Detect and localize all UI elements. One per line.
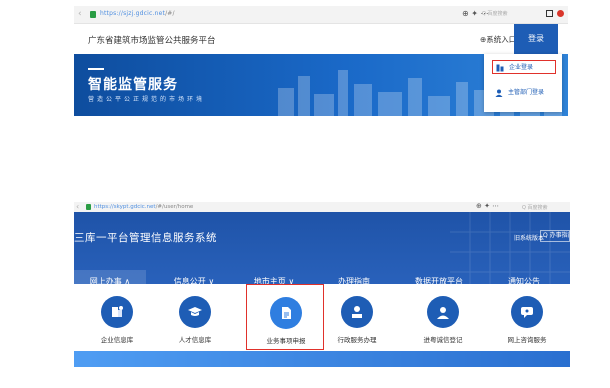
- url-prefix: https://: [94, 204, 114, 210]
- enterprise-login-option[interactable]: 企业登录: [492, 60, 556, 74]
- browser-search[interactable]: Q 百度搜索: [482, 10, 532, 20]
- browser-search[interactable]: Q 百度搜索: [522, 204, 548, 211]
- service-icon-circle: [179, 296, 211, 328]
- system-header: 三库一平台管理信息服务系统 旧系统版本 Q 办事指南 网上办事 ∧ 信息公开 ∨…: [74, 212, 570, 292]
- bottom-banner-strip: [74, 351, 570, 367]
- url-text[interactable]: https://skypt.gdcic.net/#/user/home: [94, 204, 193, 210]
- services-row: 企业信息库 人才信息库 业务事项申报 行政服务办理 进粤诚信登记 网上咨询服务: [74, 284, 570, 350]
- document-declare-icon: [282, 307, 291, 319]
- service-credit-register[interactable]: 进粤诚信登记: [404, 284, 482, 350]
- extension-icon[interactable]: [557, 10, 564, 17]
- bottom-browser-window: ‹ https://skypt.gdcic.net/#/user/home ⊕ …: [74, 202, 570, 370]
- service-label: 行政服务办理: [337, 336, 377, 344]
- system-title: 三库一平台管理信息服务系统: [74, 232, 217, 244]
- service-label: 网上咨询服务: [507, 336, 547, 344]
- service-talent-db[interactable]: 人才信息库: [156, 284, 234, 350]
- login-button[interactable]: 登录: [514, 24, 558, 54]
- graduation-cap-icon: [188, 307, 202, 316]
- system-entry-link[interactable]: ⊕系统入口: [480, 34, 516, 45]
- lock-icon: [90, 11, 96, 18]
- search-input[interactable]: Q 办事指南: [540, 230, 570, 242]
- banner-subtitle: 营造公平公正规范的市场环境: [88, 96, 206, 103]
- login-dropdown: 企业登录 主管部门登录: [484, 54, 562, 112]
- banner-accent-line: [88, 68, 104, 70]
- enterprise-login-label: 企业登录: [509, 64, 534, 71]
- service-admin[interactable]: 行政服务办理: [318, 284, 396, 350]
- url-path: /#/user/home: [155, 204, 194, 210]
- url-path: /#/: [165, 10, 175, 17]
- back-arrow-icon[interactable]: ‹: [76, 202, 79, 211]
- site-title: 广东省建筑市场监管公共服务平台: [88, 36, 216, 46]
- service-icon-circle: [511, 296, 543, 328]
- service-icon-circle: [341, 296, 373, 328]
- department-login-option[interactable]: 主管部门登录: [492, 86, 556, 100]
- address-bar[interactable]: ‹ https://skypt.gdcic.net/#/user/home ⊕ …: [74, 202, 570, 212]
- service-enterprise-db[interactable]: 企业信息库: [78, 284, 156, 350]
- browser-tools[interactable]: ⊕ ✦ ⋯: [476, 202, 499, 210]
- service-label: 进粤诚信登记: [423, 336, 463, 344]
- admin-service-icon: [352, 306, 362, 318]
- top-browser-window: ‹ https://sjzj.gdcic.net/#/ ⊕ ✦ ⋯ Q 百度搜索…: [74, 6, 568, 116]
- service-label: 企业信息库: [100, 336, 134, 344]
- consult-icon: [521, 307, 533, 318]
- address-bar[interactable]: ‹ https://sjzj.gdcic.net/#/ ⊕ ✦ ⋯ Q 百度搜索: [74, 6, 568, 24]
- url-text[interactable]: https://sjzj.gdcic.net/#/: [100, 10, 175, 17]
- person-register-icon: [437, 307, 449, 319]
- window-button-icon[interactable]: [546, 10, 553, 17]
- banner-title: 智能监管服务: [88, 77, 178, 93]
- lock-icon: [86, 204, 91, 210]
- service-icon-circle: [101, 296, 133, 328]
- service-business-declare[interactable]: 业务事项申报: [246, 284, 324, 350]
- back-arrow-icon[interactable]: ‹: [78, 9, 82, 19]
- url-host: skypt.gdcic.net: [113, 204, 156, 210]
- service-consult[interactable]: 网上咨询服务: [488, 284, 566, 350]
- service-icon-circle: [270, 297, 302, 329]
- service-icon-circle: [427, 296, 459, 328]
- building-icon: [496, 64, 504, 72]
- service-label: 人才信息库: [178, 336, 212, 344]
- url-host: sjzj.gdcic.net: [123, 10, 166, 17]
- department-login-label: 主管部门登录: [508, 89, 545, 96]
- service-label: 业务事项申报: [266, 337, 306, 345]
- site-header: 广东省建筑市场监管公共服务平台 ⊕系统入口 登录: [74, 24, 568, 54]
- enterprise-icon: [112, 306, 123, 317]
- composite-screenshot: ‹ https://sjzj.gdcic.net/#/ ⊕ ✦ ⋯ Q 百度搜索…: [0, 0, 610, 388]
- url-prefix: https://: [100, 10, 124, 17]
- user-icon: [495, 89, 503, 97]
